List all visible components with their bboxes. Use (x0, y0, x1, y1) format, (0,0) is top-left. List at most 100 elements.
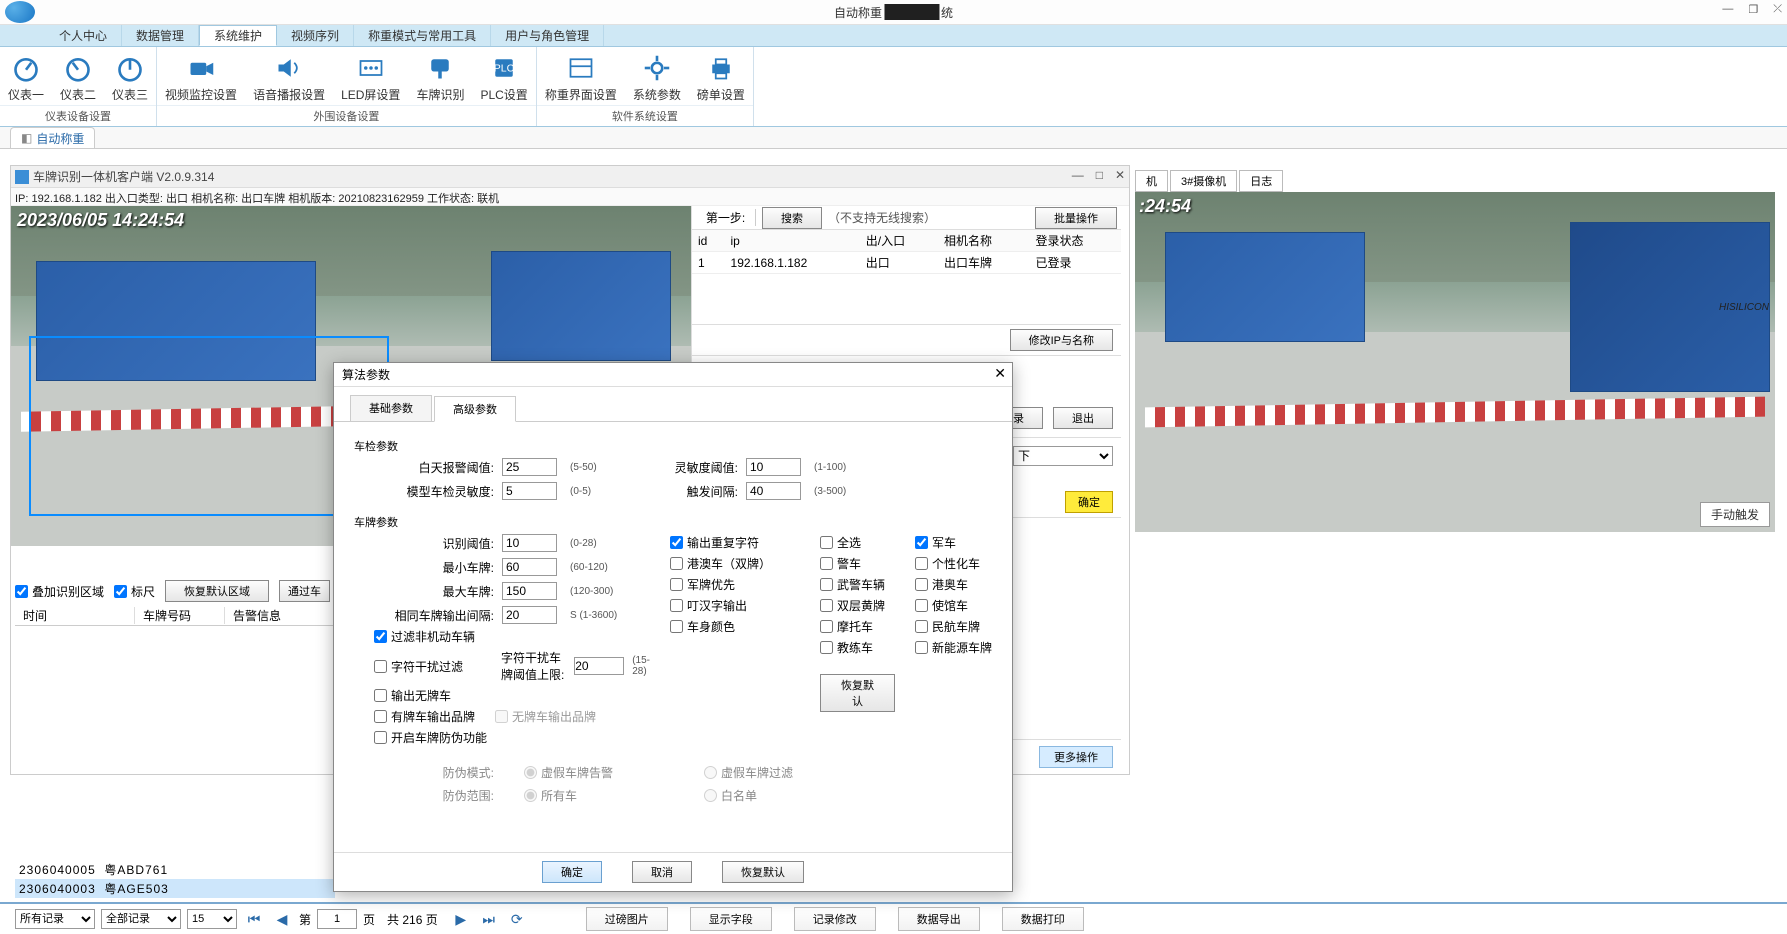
close-icon[interactable]: ⤫ (1773, 3, 1782, 16)
menu-data[interactable]: 数据管理 (122, 25, 199, 46)
mid-chk-1[interactable] (670, 557, 683, 570)
mid-chk-0[interactable] (670, 536, 683, 549)
type-chk-coach[interactable] (820, 641, 833, 654)
ribbon-ticket[interactable]: 磅单设置 (689, 50, 753, 105)
menu-users[interactable]: 用户与角色管理 (491, 25, 604, 46)
maxplate-input[interactable] (502, 582, 557, 600)
confirm-button[interactable]: 确定 (1065, 491, 1113, 513)
camera-table-row[interactable]: 1 192.168.1.182 出口 出口车牌 已登录 (692, 252, 1121, 274)
action-fields[interactable]: 显示字段 (690, 907, 772, 931)
output-noplate-checkbox[interactable] (374, 689, 387, 702)
algo-restore-button[interactable]: 恢复默认 (722, 861, 804, 883)
type-chk-all[interactable] (820, 536, 833, 549)
charthr-input[interactable] (574, 657, 624, 675)
tab-basic-params[interactable]: 基础参数 (350, 395, 432, 421)
first-page-icon[interactable]: ⏮ (243, 909, 265, 929)
charfilter-checkbox[interactable] (374, 660, 387, 673)
sens-input[interactable] (746, 458, 801, 476)
more-ops-button[interactable]: 更多操作 (1039, 746, 1113, 768)
action-print[interactable]: 数据打印 (1002, 907, 1084, 931)
result-row[interactable]: 2306040005 粤ABD761 (15, 860, 335, 879)
next-page-icon[interactable]: ▶ (450, 909, 472, 929)
pagesize-select[interactable]: 15 (187, 909, 237, 929)
overlay-region-checkbox[interactable] (15, 585, 28, 598)
sameplate-input[interactable] (502, 606, 557, 624)
ribbon-voice[interactable]: 语音播报设置 (245, 50, 333, 105)
tab-autoweigh[interactable]: ◧ 自动称重 (10, 127, 95, 148)
extra-dropdown[interactable]: 下 (1013, 446, 1113, 466)
mid-chk-3[interactable] (670, 599, 683, 612)
minimize-icon[interactable]: — (1722, 3, 1733, 16)
type-chk-personal[interactable] (915, 557, 928, 570)
logout-button[interactable]: 退出 (1053, 407, 1113, 429)
ribbon-video[interactable]: 视频监控设置 (157, 50, 245, 105)
action-edit[interactable]: 记录修改 (794, 907, 876, 931)
type-chk-embassy[interactable] (915, 599, 928, 612)
type-chk-dblyellow[interactable] (820, 599, 833, 612)
type-chk-army[interactable] (915, 536, 928, 549)
ribbon-meter1[interactable]: 仪表一 (0, 50, 52, 105)
page-input[interactable] (317, 909, 357, 929)
mid-chk-4[interactable] (670, 620, 683, 633)
algo-ok-button[interactable]: 确定 (542, 861, 602, 883)
type-chk-nev[interactable] (915, 641, 928, 654)
modify-ip-button[interactable]: 修改IP与名称 (1010, 329, 1113, 351)
intv-input[interactable] (746, 482, 801, 500)
ribbon-weighui[interactable]: 称重界面设置 (537, 50, 625, 105)
algo-cancel-button[interactable]: 取消 (632, 861, 692, 883)
filter1-select[interactable]: 所有记录 (15, 909, 95, 929)
restore-region-button[interactable]: 恢复默认区域 (165, 580, 269, 602)
passcar-button[interactable]: 通过车 (279, 580, 330, 602)
log-tab-1[interactable]: 3#摄像机 (1170, 170, 1237, 192)
ribbon-meter3[interactable]: 仪表三 (104, 50, 156, 105)
type-chk-aviation[interactable] (915, 620, 928, 633)
model-label: 模型车检灵敏度: (374, 483, 494, 500)
search-button[interactable]: 搜索 (762, 207, 822, 229)
types-restore-button[interactable]: 恢复默认 (820, 674, 895, 712)
daythr-input[interactable] (502, 458, 557, 476)
cam-cell-name: 出口车牌 (938, 252, 1029, 274)
tab-close-icon[interactable]: ◧ (21, 131, 32, 145)
algo-close-icon[interactable]: ✕ (994, 365, 1006, 382)
mid-chk-2[interactable] (670, 578, 683, 591)
menu-sysmaint[interactable]: 系统维护 (199, 25, 277, 46)
refresh-icon[interactable]: ⟳ (506, 909, 528, 929)
action-images[interactable]: 过磅图片 (586, 907, 668, 931)
manual-trigger-button[interactable]: 手动触发 (1700, 502, 1770, 527)
maximize-icon[interactable]: ❐ (1748, 3, 1758, 16)
tab-autoweigh-label: 自动称重 (36, 130, 84, 147)
output-brand-checkbox[interactable] (374, 710, 387, 723)
mid-chk-0-label: 输出重复字符 (687, 534, 759, 551)
type-chk-police[interactable] (820, 557, 833, 570)
result-row[interactable]: 2306040003 粤AGE503 (15, 879, 335, 898)
recthr-input[interactable] (502, 534, 557, 552)
filter-nonmotor-checkbox[interactable] (374, 630, 387, 643)
ruler-checkbox[interactable] (114, 585, 127, 598)
ribbon-lpr[interactable]: 车牌识别 (408, 50, 472, 105)
minplate-input[interactable] (502, 558, 557, 576)
batch-button[interactable]: 批量操作 (1035, 207, 1117, 229)
lpr-minimize-icon[interactable]: — (1072, 168, 1084, 182)
action-export[interactable]: 数据导出 (898, 907, 980, 931)
ribbon-meter2[interactable]: 仪表二 (52, 50, 104, 105)
prev-page-icon[interactable]: ◀ (271, 909, 293, 929)
last-page-icon[interactable]: ⏭ (478, 909, 500, 929)
model-input[interactable] (502, 482, 557, 500)
ribbon-led[interactable]: LED屏设置 (333, 50, 408, 105)
type-chk-moto[interactable] (820, 620, 833, 633)
tab-advanced-params[interactable]: 高级参数 (434, 396, 516, 422)
lpr-close-icon[interactable]: ✕ (1115, 168, 1125, 182)
ribbon-group-periph: 视频监控设置 语音播报设置 LED屏设置 车牌识别 PLCPLC设置 外围设备设… (157, 47, 537, 126)
ribbon-sysparam[interactable]: 系统参数 (625, 50, 689, 105)
menu-weighmode[interactable]: 称重模式与常用工具 (354, 25, 491, 46)
antifake-checkbox[interactable] (374, 731, 387, 744)
menu-personal[interactable]: 个人中心 (45, 25, 122, 46)
log-tab-2[interactable]: 日志 (1239, 170, 1283, 192)
filter2-select[interactable]: 全部记录 (101, 909, 181, 929)
ribbon-plc[interactable]: PLCPLC设置 (472, 50, 535, 105)
log-tab-0[interactable]: 机 (1135, 170, 1168, 192)
menu-video[interactable]: 视频序列 (277, 25, 354, 46)
lpr-maximize-icon[interactable]: □ (1096, 168, 1103, 182)
type-chk-wujing[interactable] (820, 578, 833, 591)
type-chk-hkmo[interactable] (915, 578, 928, 591)
